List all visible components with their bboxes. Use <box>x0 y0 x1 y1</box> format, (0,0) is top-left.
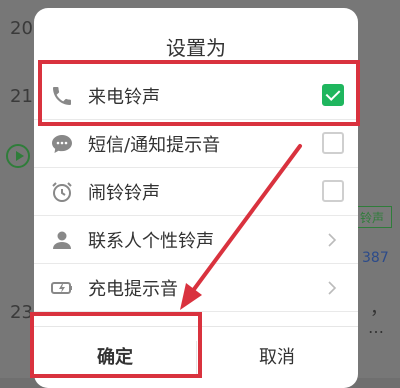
annotation-arrow <box>180 144 302 310</box>
